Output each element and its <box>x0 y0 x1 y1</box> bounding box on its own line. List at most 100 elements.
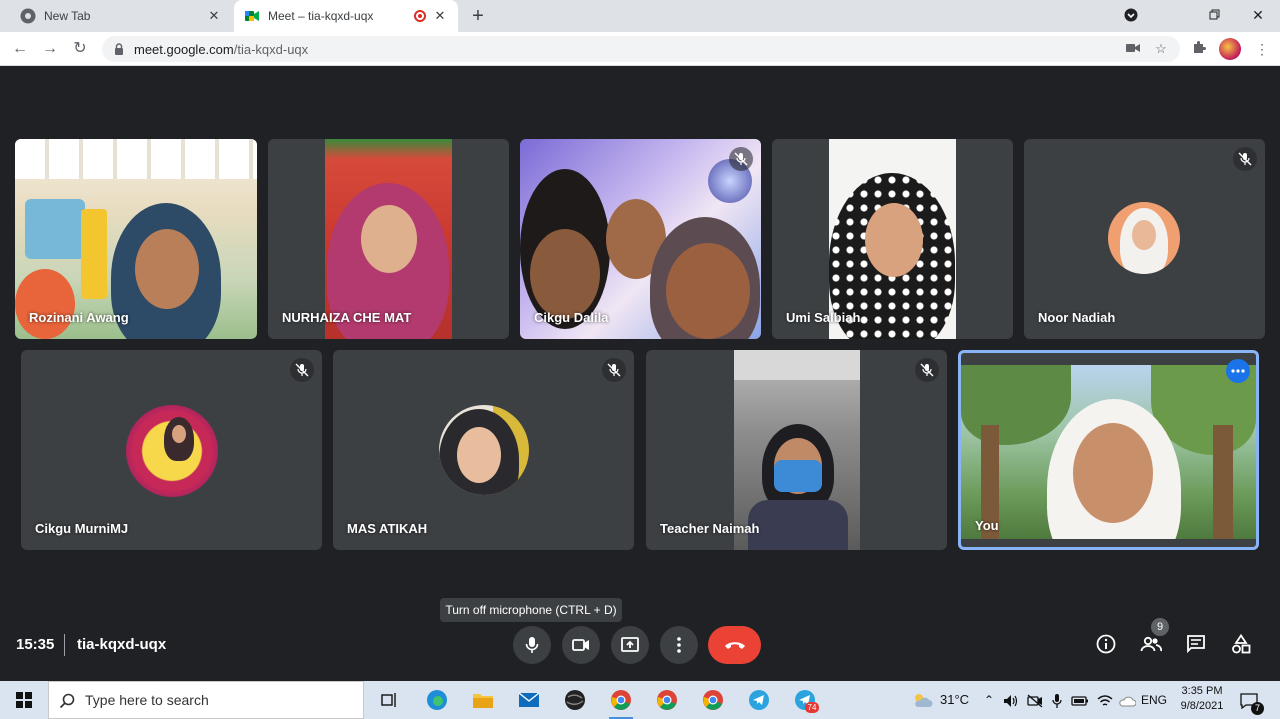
restore-window-icon[interactable] <box>1195 0 1235 32</box>
more-options-button[interactable] <box>660 626 698 664</box>
participant-tile[interactable]: MAS ATIKAH <box>333 350 634 550</box>
meet-icon <box>245 11 259 21</box>
weather-temperature: 31°C <box>940 692 970 707</box>
camera-in-use-icon[interactable] <box>1124 40 1142 58</box>
tab-title: New Tab <box>44 9 91 23</box>
participant-avatar <box>439 405 529 495</box>
url-path: /tia-kqxd-uqx <box>233 41 309 57</box>
muted-mic-icon <box>729 147 753 171</box>
windows-start-icon[interactable] <box>10 686 38 714</box>
participant-tile[interactable]: Cikgu Dalila <box>520 139 761 339</box>
participant-name: Rozinani Awang <box>29 310 129 325</box>
participant-tile[interactable]: Umi Salbiah <box>772 139 1013 339</box>
telegram-unread-badge: 74 <box>805 702 819 713</box>
recording-icon <box>414 10 426 22</box>
chrome-taskbar-icon[interactable] <box>607 686 635 719</box>
more-options-icon[interactable] <box>1226 359 1250 383</box>
camera-off-tray-icon[interactable] <box>1027 681 1043 719</box>
microphone-tray-icon[interactable] <box>1052 681 1062 719</box>
camera-button[interactable] <box>562 626 600 664</box>
tab-title: Meet – tia-kqxd-uqx <box>268 9 374 23</box>
bookmark-star-icon[interactable]: ☆ <box>1152 40 1170 58</box>
back-arrow-icon[interactable]: ← <box>8 37 32 61</box>
participant-tile[interactable]: Teacher Naimah <box>646 350 947 550</box>
tab-search-icon[interactable] <box>1111 0 1151 32</box>
weather-icon[interactable] <box>908 686 936 714</box>
participant-tile[interactable]: NURHAIZA CHE MAT <box>268 139 509 339</box>
participant-name: Umi Salbiah <box>786 310 861 325</box>
input-language[interactable]: ENG <box>1141 681 1167 719</box>
new-tab-button[interactable]: + <box>466 4 490 28</box>
close-tab-icon[interactable]: ✕ <box>432 8 448 24</box>
app-dark-globe-icon[interactable] <box>561 686 589 714</box>
participant-tile[interactable]: Rozinani Awang <box>15 139 257 339</box>
telegram-icon[interactable] <box>745 686 773 714</box>
participant-video <box>961 365 1256 539</box>
extensions-puzzle-icon[interactable] <box>1187 37 1211 61</box>
chrome-icon <box>20 8 36 24</box>
chrome-menu-icon[interactable]: ⋮ <box>1250 37 1274 61</box>
meeting-details-button[interactable] <box>1094 632 1118 656</box>
muted-mic-icon <box>290 358 314 382</box>
activities-shapes-icon <box>1232 634 1251 654</box>
lock-icon <box>115 43 123 55</box>
tab-new-tab[interactable]: New Tab ✕ <box>8 0 232 32</box>
participant-tile[interactable]: Cikgu MurniMJ <box>21 350 322 550</box>
wifi-icon[interactable] <box>1097 681 1113 719</box>
windows-taskbar: Type here to search 74 31°C ⌃ ENG 3:35 P… <box>0 681 1280 719</box>
activities-button[interactable] <box>1229 632 1253 656</box>
participant-video <box>829 139 956 339</box>
profile-avatar[interactable] <box>1219 38 1241 60</box>
reload-icon[interactable]: ↻ <box>68 37 92 61</box>
participant-video <box>734 350 860 550</box>
participant-name: Cikgu Dalila <box>534 310 609 325</box>
leave-call-button[interactable] <box>708 626 761 664</box>
participant-video <box>15 139 257 339</box>
onedrive-cloud-icon[interactable] <box>1118 681 1137 719</box>
chrome-taskbar-icon-3[interactable] <box>699 686 727 714</box>
microphone-tooltip: Turn off microphone (CTRL + D) <box>440 598 622 622</box>
close-window-icon[interactable]: ✕ <box>1238 0 1278 32</box>
system-time: 3:35 PM <box>1181 685 1223 697</box>
chat-button[interactable] <box>1184 632 1208 656</box>
edge-browser-icon[interactable] <box>423 686 451 714</box>
hang-up-icon <box>724 642 745 649</box>
system-clock[interactable]: 3:35 PM 9/8/2021 <box>1175 684 1229 714</box>
microphone-button[interactable] <box>513 626 551 664</box>
participant-tile[interactable]: Noor Nadiah <box>1024 139 1265 339</box>
meeting-code: tia-kqxd-uqx <box>77 636 167 653</box>
telegram-icon-2[interactable]: 74 <box>791 686 819 714</box>
participant-name: You <box>975 518 999 533</box>
battery-icon[interactable] <box>1071 681 1089 719</box>
task-view-icon[interactable] <box>376 686 404 714</box>
participant-avatar <box>1108 202 1180 274</box>
muted-mic-icon <box>602 358 626 382</box>
close-tab-icon[interactable]: ✕ <box>206 8 222 24</box>
file-explorer-icon[interactable] <box>469 686 497 714</box>
participant-count-badge: 9 <box>1151 618 1169 636</box>
info-icon <box>1096 634 1116 654</box>
participant-name: MAS ATIKAH <box>347 521 428 536</box>
muted-mic-icon <box>1233 147 1257 171</box>
self-view-tile[interactable]: You <box>958 350 1259 550</box>
forward-arrow-icon[interactable]: → <box>38 37 62 61</box>
taskbar-search-input[interactable]: Type here to search <box>48 681 364 719</box>
people-icon <box>1140 636 1162 652</box>
present-screen-button[interactable] <box>611 626 649 664</box>
speaker-icon[interactable] <box>1003 681 1019 719</box>
mail-icon[interactable] <box>515 686 543 714</box>
search-placeholder: Type here to search <box>85 692 209 708</box>
system-date: 9/8/2021 <box>1180 700 1224 712</box>
participant-video <box>325 139 452 339</box>
tab-meet[interactable]: Meet – tia-kqxd-uqx ✕ <box>234 0 458 32</box>
url-host: meet.google.com <box>134 41 234 57</box>
tray-chevron-up-icon[interactable]: ⌃ <box>984 681 994 719</box>
participant-name: NURHAIZA CHE MAT <box>282 310 412 325</box>
participant-name: Cikgu MurniMJ <box>35 521 129 536</box>
divider <box>64 634 65 656</box>
address-bar: ← → ↻ meet.google.com/tia-kqxd-uqx ☆ ⋮ <box>0 32 1280 66</box>
participant-video <box>520 139 761 339</box>
chrome-taskbar-icon-2[interactable] <box>653 686 681 714</box>
url-input[interactable]: meet.google.com/tia-kqxd-uqx ☆ <box>102 36 1180 62</box>
search-icon <box>59 693 75 709</box>
